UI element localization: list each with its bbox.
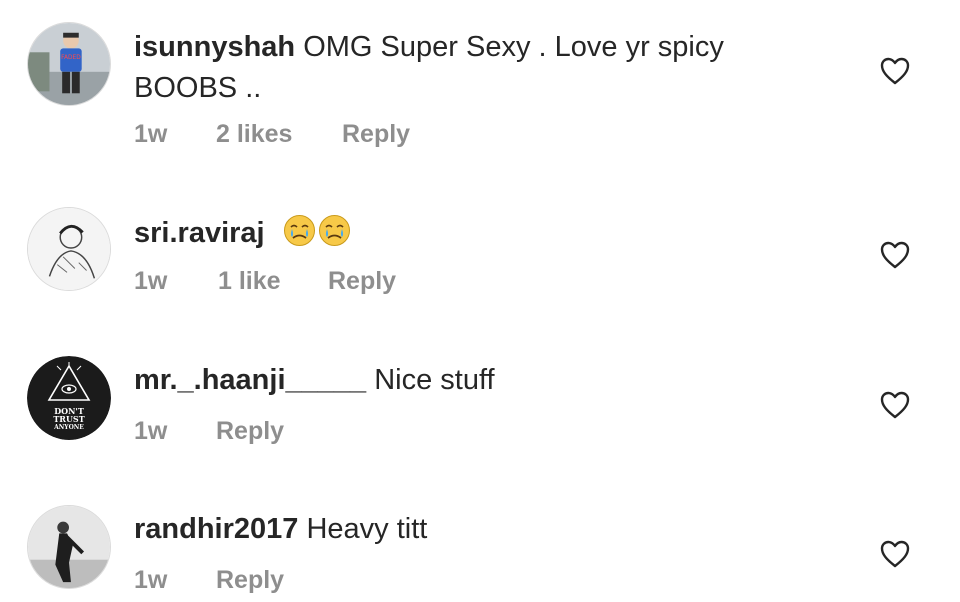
crying-face-emoji-icon: [283, 214, 316, 247]
comment-text: mr._.haanji_____ Nice stuff: [134, 360, 824, 401]
reply-button[interactable]: Reply: [328, 267, 396, 296]
avatar[interactable]: FADED: [27, 22, 111, 106]
reply-button[interactable]: Reply: [216, 417, 284, 446]
comment-text: randhir2017 Heavy titt: [134, 509, 824, 550]
comment-body: Heavy titt: [298, 513, 428, 545]
avatar[interactable]: [27, 505, 111, 589]
avatar[interactable]: [27, 207, 111, 291]
comment-time: 1w: [134, 120, 168, 148]
crying-face-emoji-icon: [318, 214, 351, 247]
comment-username[interactable]: isunnyshah: [134, 31, 295, 63]
comment-likes-link[interactable]: 1 like: [218, 267, 281, 296]
svg-text:FADED: FADED: [61, 55, 81, 61]
comment-text: sri.raviraj: [134, 213, 824, 254]
profile-sketch-icon: [28, 208, 110, 290]
comment-time: 1w: [134, 417, 168, 445]
like-heart-icon[interactable]: [880, 391, 910, 419]
comment-username[interactable]: sri.raviraj: [134, 217, 265, 249]
reply-button[interactable]: Reply: [342, 120, 410, 149]
profile-photo-icon: [28, 506, 110, 588]
reply-button[interactable]: Reply: [216, 566, 284, 595]
profile-photo-icon: FADED: [28, 23, 110, 105]
avatar[interactable]: DON'T TRUST ANYONE: [27, 356, 111, 440]
comment-username[interactable]: mr._.haanji_____: [134, 364, 366, 396]
avatar-text-line: TRUST: [53, 414, 84, 424]
like-heart-icon[interactable]: [880, 540, 910, 568]
comment-body: Nice stuff: [366, 364, 495, 396]
comment-time: 1w: [134, 566, 168, 594]
avatar-text-line: ANYONE: [53, 424, 84, 431]
like-heart-icon[interactable]: [880, 57, 910, 85]
comment-text: isunnyshah OMG Super Sexy . Love yr spic…: [134, 27, 824, 109]
comment-username[interactable]: randhir2017: [134, 513, 298, 545]
like-heart-icon[interactable]: [880, 241, 910, 269]
comment-time: 1w: [134, 267, 168, 295]
comment-likes-link[interactable]: 2 likes: [216, 120, 292, 149]
dont-trust-anyone-eye-logo-icon: DON'T TRUST ANYONE: [27, 356, 111, 440]
